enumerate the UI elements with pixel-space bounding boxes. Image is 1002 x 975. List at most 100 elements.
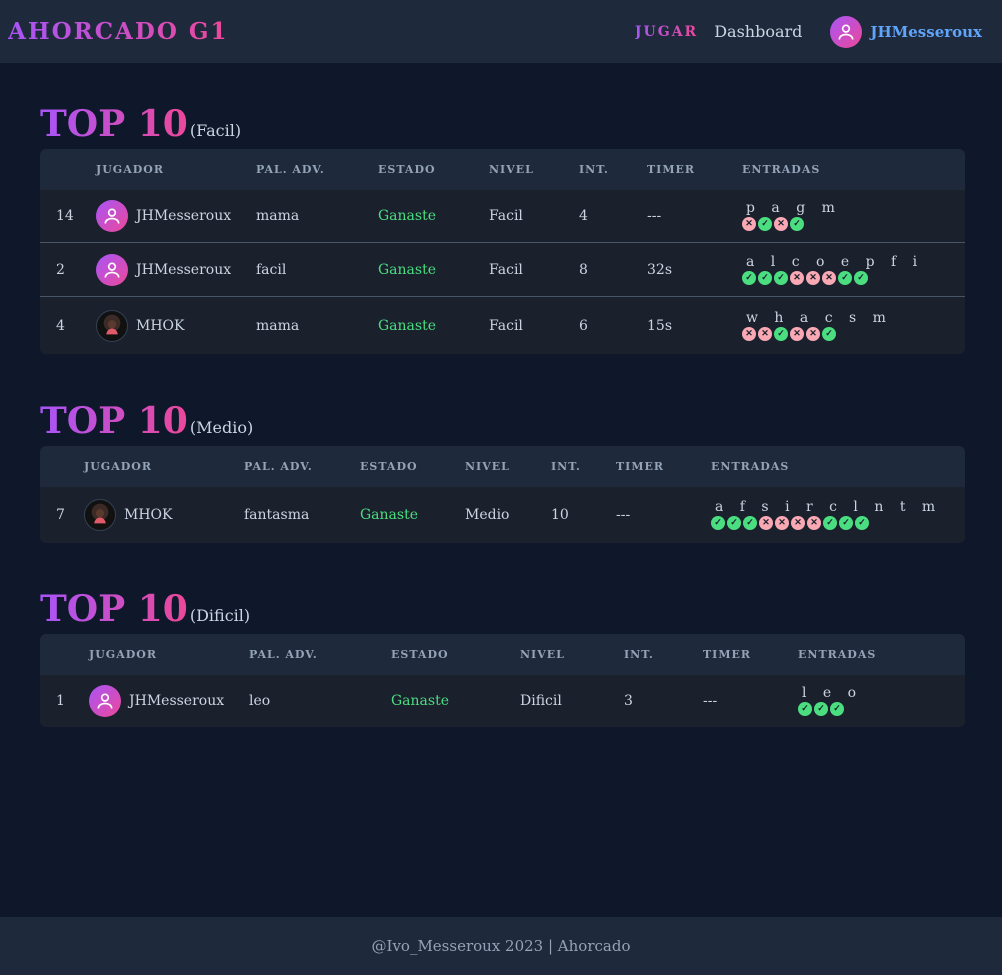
level-cell: Medio [465,507,510,523]
word-cell: mama [256,208,300,224]
timer-cell: --- [703,693,718,709]
attempts-cell: 6 [579,317,588,334]
section-title: TOP 10 (Medio) [40,400,965,442]
word-cell: leo [249,693,271,709]
column-header: NIVEL [489,162,534,176]
table-header: JUGADOR PAL. ADV. ESTADO NIVEL INT. TIMER ENTR… [40,446,965,486]
column-header: TIMER [616,459,665,473]
column-header: PAL. ADV. [256,162,325,176]
cross-icon: ✕ [758,326,772,341]
leaderboard-section: TOP 10 (Medio) JUGADOR PAL. ADV. ESTADO NIV… [40,400,965,543]
check-icon: ✓ [758,270,772,285]
check-icon: ✓ [727,516,741,530]
check-icon: ✓ [743,516,757,530]
table-row[interactable]: 1 JHMesseroux leo Ganaste Dificil 3 --- … [40,674,965,727]
check-icon: ✓ [711,516,725,530]
column-header: INT. [579,162,609,176]
timer-cell: --- [647,208,662,224]
column-header: INT. [624,647,654,661]
level-cell: Facil [489,261,523,278]
section-level: (Facil) [189,121,242,140]
table-row[interactable]: 14 JHMesseroux mama Ganaste Facil 4 --- … [40,189,965,242]
entries-marks: ✕ ✓ ✕ ✓ [742,217,804,231]
nav-play-link[interactable]: JUGAR [635,24,698,40]
nav-dashboard-link[interactable]: Dashboard [714,22,802,41]
column-header: ESTADO [391,647,449,661]
entries-cell: p a g m ✕ ✓ ✕ ✓ [742,201,841,231]
check-icon: ✓ [774,326,788,341]
status-cell: Ganaste [378,261,436,278]
player-cell: JHMesseroux [89,685,249,717]
table-row[interactable]: 4 MHOK mama Ganaste Facil 6 15s w h a c … [40,296,965,354]
rank-cell: 14 [56,208,74,224]
section-title: TOP 10 (Dificil) [40,588,965,630]
check-icon: ✓ [823,516,837,530]
column-header: JUGADOR [84,459,152,473]
status-cell: Ganaste [378,208,436,224]
entries-cell: a l c o e p f i ✓ ✓ ✓ ✕ ✕ ✕ ✓ ✓ [742,255,923,285]
player-name: MHOK [124,507,173,523]
check-icon: ✓ [822,326,836,341]
check-icon: ✓ [742,270,756,285]
status-cell: Ganaste [391,693,449,709]
section-heading: TOP 10 [40,400,188,442]
level-cell: Dificil [520,693,562,709]
column-header: INT. [551,459,581,473]
player-name: JHMesseroux [136,261,232,278]
column-header: TIMER [647,162,696,176]
column-header: ESTADO [360,459,418,473]
player-avatar-photo [96,309,128,342]
status-cell: Ganaste [378,317,436,334]
user-menu[interactable]: JHMesseroux [830,15,982,48]
column-header: JUGADOR [89,647,157,661]
column-header: ESTADO [378,162,436,176]
entries-letters: a f s i r c l n t m [715,499,942,515]
section-level: (Medio) [189,418,254,437]
leaderboard-table: JUGADOR PAL. ADV. ESTADO NIVEL INT. TIMER ENTR… [40,634,965,727]
username-label: JHMesseroux [870,22,982,41]
table-row[interactable]: 7 MHOK fantasma Ganaste Medio 10 --- a f… [40,486,965,543]
timer-cell: 32s [647,261,672,278]
player-avatar-photo [84,499,116,531]
check-icon: ✓ [814,702,828,716]
app-brand[interactable]: AHORCADO G1 [8,18,229,45]
leaderboard-table: JUGADOR PAL. ADV. ESTADO NIVEL INT. TIMER ENTR… [40,446,965,543]
check-icon: ✓ [758,217,772,231]
nav-links: JUGAR Dashboard JHMesseroux [635,15,982,48]
check-icon: ✓ [855,516,869,530]
entries-cell: a f s i r c l n t m ✓ ✓ ✓ ✕ ✕ ✕ ✕ ✓ ✓ ✓ [711,500,941,530]
rank-cell: 7 [56,507,65,523]
player-name: JHMesseroux [129,693,225,709]
check-icon: ✓ [830,702,844,716]
level-cell: Facil [489,317,523,334]
status-cell: Ganaste [360,507,418,523]
entries-letters: w h a c s m [746,309,892,326]
level-cell: Facil [489,208,523,224]
cross-icon: ✕ [790,326,804,341]
user-avatar-icon [830,15,863,48]
column-header: PAL. ADV. [249,647,318,661]
column-header: ENTRADAS [742,162,821,176]
leaderboard-table: JUGADOR PAL. ADV. ESTADO NIVEL INT. TIMER ENTR… [40,149,965,354]
column-header: NIVEL [520,647,565,661]
entries-marks: ✓ ✓ ✓ ✕ ✕ ✕ ✓ ✓ [742,270,868,285]
check-icon: ✓ [854,270,868,285]
section-level: (Dificil) [189,606,251,625]
leaderboard-section: TOP 10 (Dificil) JUGADOR PAL. ADV. ESTADO N… [40,588,965,727]
section-heading: TOP 10 [40,588,188,630]
attempts-cell: 10 [551,507,569,523]
column-header: PAL. ADV. [244,459,313,473]
rank-cell: 1 [56,693,65,709]
section-heading: TOP 10 [40,103,188,145]
top-navbar: AHORCADO G1 JUGAR Dashboard JHMesseroux [0,0,1002,63]
check-icon: ✓ [790,217,804,231]
player-cell: JHMesseroux [96,253,256,286]
cross-icon: ✕ [742,217,756,231]
entries-marks: ✓ ✓ ✓ [798,702,844,716]
cross-icon: ✕ [822,270,836,285]
attempts-cell: 8 [579,261,588,278]
entries-marks: ✓ ✓ ✓ ✕ ✕ ✕ ✕ ✓ ✓ ✓ [711,516,869,530]
table-row[interactable]: 2 JHMesseroux facil Ganaste Facil 8 32s … [40,242,965,296]
cross-icon: ✕ [806,270,820,285]
check-icon: ✓ [839,516,853,530]
